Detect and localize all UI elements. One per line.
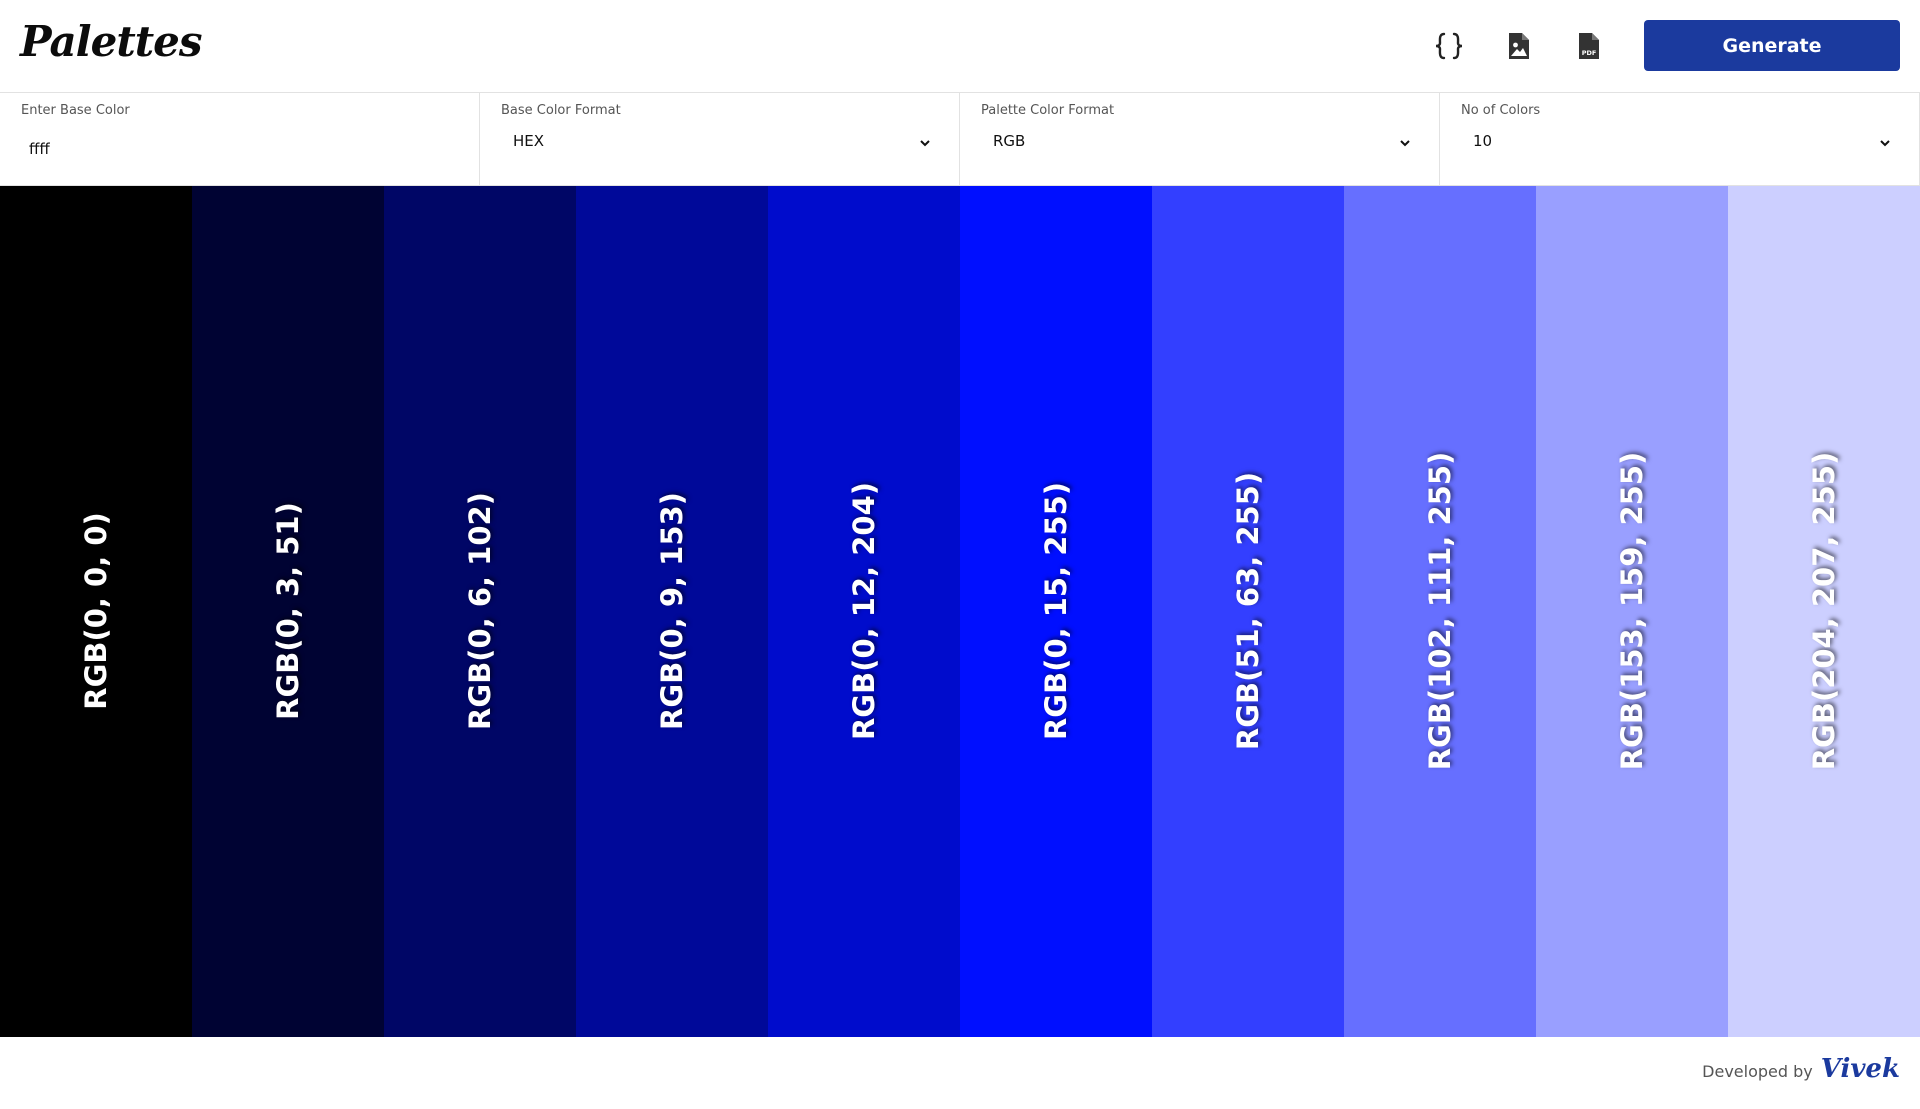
generate-button[interactable]: Generate [1644,20,1900,71]
base-format-label: Base Color Format [501,103,621,118]
color-swatch[interactable]: RGB(0, 3, 51) [192,186,384,1037]
swatch-label: RGB(0, 0, 0) [79,512,113,710]
header: Palettes PDF Generate [0,0,1920,92]
swatch-label: RGB(0, 9, 153) [655,492,689,730]
color-count-control: No of Colors 10 [1440,93,1920,185]
pdf-icon-text: PDF [1582,49,1597,57]
color-count-value: 10 [1473,132,1493,150]
swatch-label: RGB(153, 159, 255) [1615,451,1649,771]
color-swatch[interactable]: RGB(153, 159, 255) [1536,186,1728,1037]
chevron-down-icon [919,134,931,153]
chevron-down-icon [1879,134,1891,153]
color-swatch[interactable]: RGB(102, 111, 255) [1344,186,1536,1037]
swatch-label: RGB(204, 207, 255) [1807,451,1841,771]
footer: Developed by Vivek [1702,1054,1900,1084]
chevron-down-icon [1399,134,1411,153]
color-swatch[interactable]: RGB(51, 63, 255) [1152,186,1344,1037]
export-pdf-button[interactable]: PDF [1569,26,1609,66]
color-swatch[interactable]: RGB(0, 0, 0) [0,186,192,1037]
swatch-label: RGB(0, 3, 51) [271,502,305,720]
swatch-label: RGB(0, 15, 255) [1039,481,1073,741]
color-swatch[interactable]: RGB(0, 12, 204) [768,186,960,1037]
base-format-value: HEX [513,132,545,150]
base-format-control: Base Color Format HEX [480,93,960,185]
palette-format-label: Palette Color Format [981,103,1115,118]
base-format-select[interactable]: HEX [501,123,931,159]
palette-format-control: Palette Color Format RGB [960,93,1440,185]
base-color-control: Enter Base Color [0,93,480,185]
color-swatch[interactable]: RGB(0, 9, 153) [576,186,768,1037]
export-image-button[interactable] [1499,26,1539,66]
app-logo: Palettes [20,17,203,66]
code-braces-icon [1434,30,1464,62]
color-swatch[interactable]: RGB(0, 15, 255) [960,186,1152,1037]
swatch-label: RGB(102, 111, 255) [1423,451,1457,771]
base-color-label: Enter Base Color [21,103,130,118]
palette-format-value: RGB [993,132,1026,150]
color-swatch[interactable]: RGB(0, 6, 102) [384,186,576,1037]
pdf-file-icon: PDF [1577,31,1601,61]
color-count-select[interactable]: 10 [1461,123,1891,159]
color-count-label: No of Colors [1461,103,1541,118]
palette-format-select[interactable]: RGB [981,123,1411,159]
swatch-label: RGB(51, 63, 255) [1231,471,1265,751]
base-color-input[interactable] [21,131,451,167]
palette: RGB(0, 0, 0) RGB(0, 3, 51) RGB(0, 6, 102… [0,186,1920,1037]
controls-bar: Enter Base Color Base Color Format HEX P… [0,92,1920,186]
swatch-label: RGB(0, 12, 204) [847,481,881,741]
export-json-button[interactable] [1429,26,1469,66]
author-link[interactable]: Vivek [1821,1054,1900,1084]
color-swatch[interactable]: RGB(204, 207, 255) [1728,186,1920,1037]
swatch-label: RGB(0, 6, 102) [463,492,497,730]
image-file-icon [1507,31,1531,61]
footer-text: Developed by [1702,1062,1813,1081]
